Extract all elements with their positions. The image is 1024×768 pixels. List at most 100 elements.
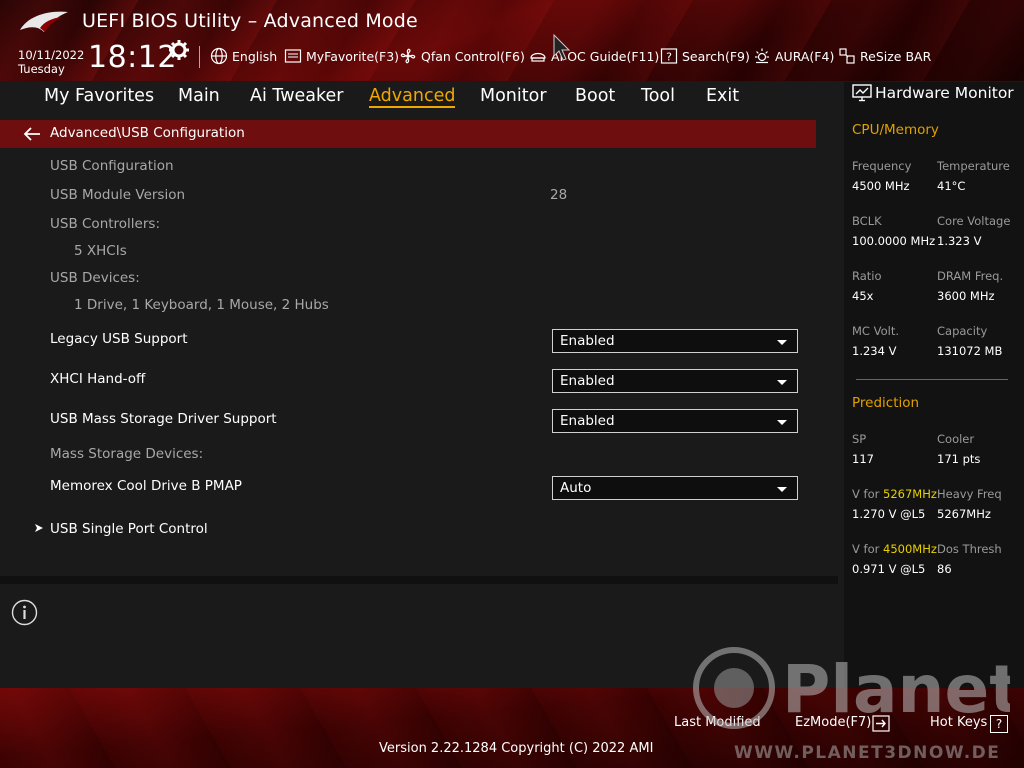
favorite-list-icon [284, 49, 302, 63]
main-nav: My Favorites Main Ai Tweaker Advanced Mo… [0, 82, 838, 116]
breadcrumb-bar: Advanced\USB Configuration [0, 120, 816, 148]
mass-storage-devices-label: Mass Storage Devices: [50, 446, 204, 462]
tab-boot[interactable]: Boot [575, 86, 615, 106]
tab-tool[interactable]: Tool [641, 86, 675, 106]
chevron-down-icon [777, 420, 787, 425]
version-text: Version 2.22.1284 Copyright (C) 2022 AMI [379, 741, 654, 756]
chevron-down-icon [777, 380, 787, 385]
tab-exit[interactable]: Exit [706, 86, 739, 106]
heavy-freq-label: Heavy Freq [937, 487, 1002, 501]
hardware-monitor-header: Hardware Monitor [852, 84, 1014, 102]
hardware-monitor-panel: Hardware Monitor CPU/Memory Frequency Te… [844, 82, 1024, 688]
sp-value: 117 [852, 452, 874, 466]
xhci-hand-off-value: Enabled [560, 373, 615, 389]
v-for-4500-value: 0.971 V @L5 [852, 562, 926, 576]
language-label: English [232, 48, 278, 64]
breadcrumb: Advanced\USB Configuration [50, 125, 245, 141]
tab-main[interactable]: Main [178, 86, 220, 106]
bclk-label: BCLK [852, 214, 882, 228]
gear-icon[interactable] [169, 40, 189, 60]
aura-button[interactable]: AURA(F4) [753, 46, 834, 66]
usb-module-version-value: 28 [550, 187, 568, 203]
temperature-value: 41°C [937, 179, 966, 193]
app-title: UEFI BIOS Utility – Advanced Mode [82, 10, 418, 32]
xhci-hand-off-label: XHCI Hand-off [50, 371, 146, 387]
dram-freq-value: 3600 MHz [937, 289, 995, 303]
usb-single-port-control-link[interactable]: USB Single Port Control [50, 521, 208, 537]
resize-bar-label: ReSize BAR [860, 48, 932, 64]
svg-text:?: ? [666, 51, 672, 64]
usb-configuration-heading: USB Configuration [50, 158, 174, 174]
core-voltage-label: Core Voltage [937, 214, 1011, 228]
xhci-hand-off-select[interactable]: Enabled [552, 369, 798, 393]
memorex-drive-value: Auto [560, 480, 592, 496]
temperature-label: Temperature [937, 159, 1010, 173]
prediction-section: Prediction [852, 395, 920, 411]
watermark-url: WWW.PLANET3DNOW.DE [734, 743, 1000, 763]
rog-logo-icon [20, 11, 68, 32]
memorex-drive-label: Memorex Cool Drive B PMAP [50, 478, 242, 494]
tab-my-favorites[interactable]: My Favorites [44, 86, 154, 106]
usb-mass-storage-driver-select[interactable]: Enabled [552, 409, 798, 433]
legacy-usb-support-value: Enabled [560, 333, 615, 349]
dos-thresh-value: 86 [937, 562, 952, 576]
hardware-monitor-divider [856, 379, 1008, 380]
usb-controllers-value: 5 XHCIs [74, 243, 127, 259]
frequency-label: Frequency [852, 159, 912, 173]
myfavorite-button[interactable]: MyFavorite(F3) [284, 46, 399, 66]
v-for-5267-freq: 5267MHz [883, 487, 937, 501]
tab-monitor[interactable]: Monitor [480, 86, 547, 106]
chevron-down-icon [777, 487, 787, 492]
heavy-freq-value: 5267MHz [937, 507, 991, 521]
aura-light-icon [755, 48, 769, 64]
submenu-arrow-icon [35, 524, 43, 532]
dram-freq-label: DRAM Freq. [937, 269, 1004, 283]
usb-mass-storage-driver-label: USB Mass Storage Driver Support [50, 411, 277, 427]
globe-icon [210, 47, 228, 65]
v-for-5267-label: V for 5267MHz [852, 487, 937, 501]
settings-panel: Advanced\USB Configuration USB Configura… [0, 116, 838, 576]
header-bar: UEFI BIOS Utility – Advanced Mode 10/11/… [0, 0, 1024, 82]
hardware-monitor-title: Hardware Monitor [875, 84, 1014, 102]
ratio-value: 45x [852, 289, 874, 303]
monitor-icon [852, 84, 872, 102]
bclk-value: 100.0000 MHz [852, 234, 936, 248]
tab-advanced[interactable]: Advanced [369, 86, 456, 108]
usb-controllers-label: USB Controllers: [50, 216, 160, 232]
qfan-label: Qfan Control(F6) [421, 48, 525, 64]
usb-devices-value: 1 Drive, 1 Keyboard, 1 Mouse, 2 Hubs [74, 297, 329, 313]
v-for-prefix: V for [852, 487, 883, 501]
capacity-label: Capacity [937, 324, 988, 338]
time-display: 18:12 [88, 40, 177, 75]
sp-label: SP [852, 432, 867, 446]
qfan-button[interactable]: Qfan Control(F6) [399, 46, 525, 66]
search-button[interactable]: ? Search(F9) [660, 46, 750, 66]
ai-oc-guide-button[interactable]: AI OC Guide(F11) [529, 46, 659, 66]
panel-divider [0, 576, 838, 584]
ai-chip-icon [530, 52, 546, 62]
search-help-icon: ? [660, 48, 678, 64]
usb-devices-label: USB Devices: [50, 270, 140, 286]
resize-bar-icon [839, 48, 855, 64]
cooler-label: Cooler [937, 432, 975, 446]
v-for-5267-value: 1.270 V @L5 [852, 507, 926, 521]
mc-volt-label: MC Volt. [852, 324, 899, 338]
legacy-usb-support-label: Legacy USB Support [50, 331, 188, 347]
core-voltage-value: 1.323 V [937, 234, 982, 248]
resize-bar-button[interactable]: ReSize BAR [838, 46, 931, 66]
fan-icon [400, 48, 416, 64]
legacy-usb-support-select[interactable]: Enabled [552, 329, 798, 353]
usb-module-version-label: USB Module Version [50, 187, 186, 203]
date-display: 10/11/2022 [18, 48, 85, 62]
back-arrow-icon[interactable] [22, 126, 42, 142]
watermark-brand: Planet [782, 651, 1010, 728]
v-for-4500-freq: 4500MHz [883, 542, 937, 556]
mouse-cursor-icon [553, 34, 571, 61]
cpu-memory-section: CPU/Memory [852, 122, 939, 138]
tab-ai-tweaker[interactable]: Ai Tweaker [250, 86, 343, 106]
aura-label: AURA(F4) [775, 48, 835, 64]
cooler-value: 171 pts [937, 452, 981, 466]
memorex-drive-select[interactable]: Auto [552, 476, 798, 500]
ratio-label: Ratio [852, 269, 882, 283]
language-button[interactable]: English [210, 46, 277, 66]
